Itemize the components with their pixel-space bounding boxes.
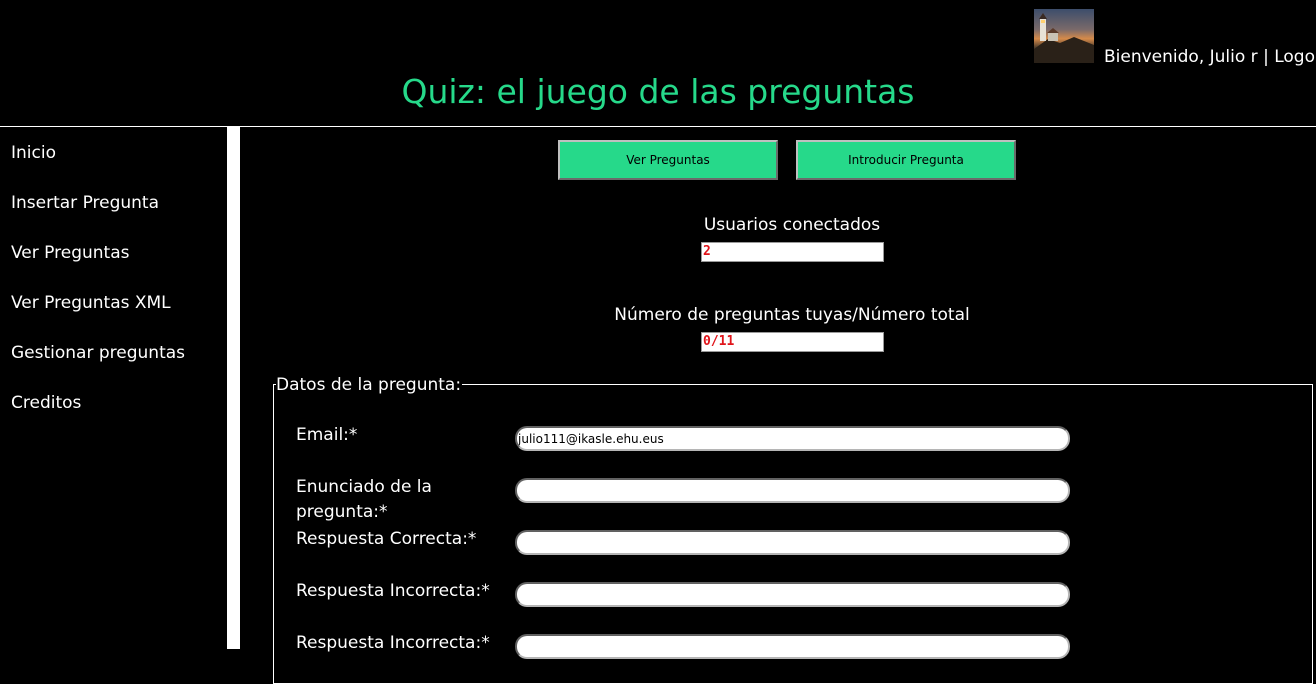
enunciado-label: Enunciado de la pregunta:*: [296, 477, 432, 522]
welcome-message: Bienvenido, Julio r | Logout: [1104, 46, 1316, 68]
sidebar-item-ver-preguntas[interactable]: Ver Preguntas: [0, 227, 227, 277]
main-content: Ver Preguntas Introducir Pregunta Usuari…: [240, 127, 1316, 684]
usuarios-conectados-value: 2: [701, 242, 884, 262]
introducir-pregunta-button[interactable]: Introducir Pregunta: [796, 140, 1016, 180]
respuesta-incorrecta-1-label: Respuesta Incorrecta:*: [296, 581, 490, 601]
logout-link[interactable]: Logout: [1274, 47, 1316, 67]
page-title: Quiz: el juego de las preguntas: [401, 72, 915, 111]
welcome-text: Bienvenido, Julio r |: [1104, 47, 1275, 67]
sidebar-divider: [227, 127, 240, 649]
question-form: Datos de la pregunta: Email:* Enunciado …: [273, 375, 1313, 684]
sidebar: Inicio Insertar Pregunta Ver Preguntas V…: [0, 127, 227, 649]
email-field[interactable]: [515, 426, 1070, 451]
respuesta-incorrecta-2-label: Respuesta Incorrecta:*: [296, 633, 490, 653]
page-header: Bienvenido, Julio r | Logout Quiz: el ju…: [0, 0, 1316, 127]
respuesta-correcta-label: Respuesta Correcta:*: [296, 529, 477, 549]
avatar: [1034, 9, 1094, 63]
sidebar-item-creditos[interactable]: Creditos: [0, 377, 227, 427]
form-legend: Datos de la pregunta:: [276, 375, 463, 395]
preguntas-stats-value: 0/11: [701, 332, 884, 352]
usuarios-conectados-label: Usuarios conectados: [703, 215, 881, 235]
sidebar-item-inicio[interactable]: Inicio: [0, 127, 227, 177]
sidebar-item-gestionar-preguntas[interactable]: Gestionar preguntas: [0, 327, 227, 377]
sidebar-item-ver-preguntas-xml[interactable]: Ver Preguntas XML: [0, 277, 227, 327]
enunciado-field[interactable]: [515, 478, 1070, 503]
preguntas-stats-label: Número de preguntas tuyas/Número total: [614, 305, 970, 325]
sidebar-item-insertar-pregunta[interactable]: Insertar Pregunta: [0, 177, 227, 227]
respuesta-incorrecta-2-field[interactable]: [515, 634, 1070, 659]
respuesta-correcta-field[interactable]: [515, 530, 1070, 555]
ver-preguntas-button[interactable]: Ver Preguntas: [558, 140, 778, 180]
email-label: Email:*: [296, 425, 358, 445]
respuesta-incorrecta-1-field[interactable]: [515, 582, 1070, 607]
